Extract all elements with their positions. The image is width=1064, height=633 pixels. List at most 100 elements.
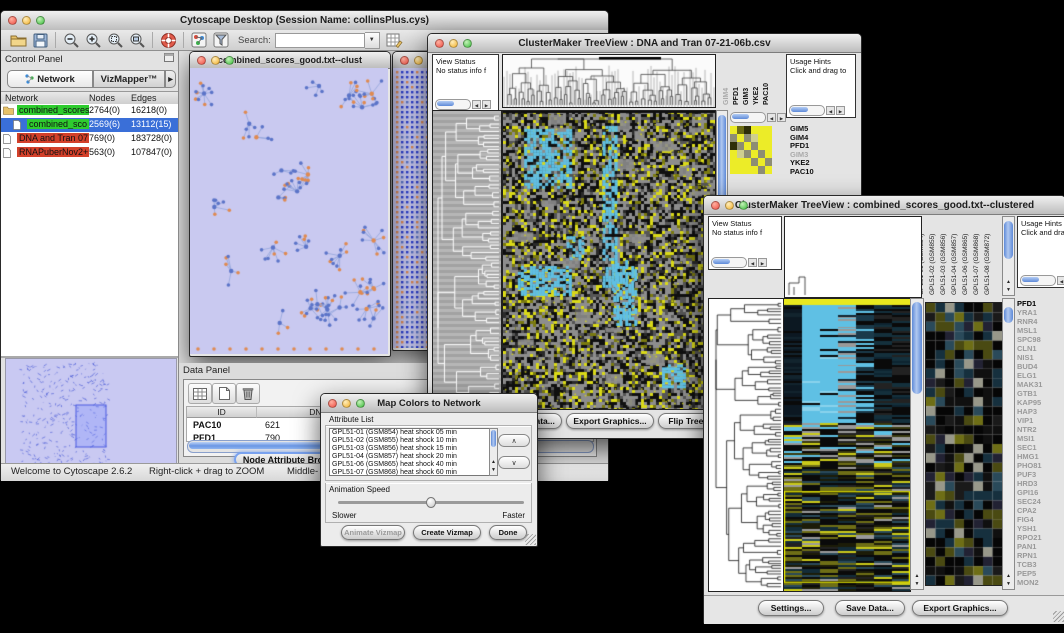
gene-label[interactable]: TCB3: [1017, 560, 1064, 569]
gene-label[interactable]: SEC24: [1017, 497, 1064, 506]
matrix-cell[interactable]: [730, 126, 737, 134]
matrix-cell[interactable]: [758, 126, 765, 134]
vscroll-thumb[interactable]: [912, 302, 922, 394]
minimize-icon[interactable]: [414, 56, 423, 65]
gene-label[interactable]: SPC98: [1017, 335, 1064, 344]
scroll-thumb[interactable]: [1022, 277, 1039, 282]
network1-canvas[interactable]: [190, 68, 388, 354]
tv2-status-scrollbar[interactable]: ◀▶: [711, 257, 767, 267]
matrix-cell[interactable]: [765, 158, 772, 166]
help-lifesaver-icon[interactable]: [157, 31, 179, 49]
matrix-cell[interactable]: [744, 134, 751, 142]
gene-label[interactable]: PHO81: [1017, 461, 1064, 470]
scroll-track[interactable]: [1020, 275, 1056, 286]
gene-label[interactable]: RPO21: [1017, 533, 1064, 542]
gene-label[interactable]: FIG4: [1017, 515, 1064, 524]
scroll-thumb[interactable]: [437, 101, 454, 106]
gene-label[interactable]: PAN1: [1017, 542, 1064, 551]
attribute-item[interactable]: GPL51-01 (GSM854) heat shock 05 min: [330, 429, 491, 437]
zoom-in-icon[interactable]: [82, 31, 104, 49]
column-label[interactable]: GPL51-02 (GSM855): [929, 234, 936, 295]
column-label[interactable]: GPL51-01 (GSM854): [922, 234, 925, 295]
gene-label[interactable]: PAC10: [790, 168, 814, 177]
gene-label[interactable]: PEP5: [1017, 569, 1064, 578]
vscroll-thumb[interactable]: [1004, 307, 1013, 323]
scroll-left-icon[interactable]: ◀: [748, 258, 757, 267]
gene-label[interactable]: HAP3: [1017, 407, 1064, 416]
matrix-cell[interactable]: [765, 150, 772, 158]
matrix-cell[interactable]: [744, 158, 751, 166]
gene-label[interactable]: MSL1: [1017, 326, 1064, 335]
minimize-icon[interactable]: [211, 56, 220, 65]
gene-label[interactable]: NIS1: [1017, 353, 1064, 362]
tv1-status-scrollbar[interactable]: ◀▶: [435, 99, 491, 109]
close-icon[interactable]: [197, 56, 206, 65]
gene-label[interactable]: YSH1: [1017, 524, 1064, 533]
close-icon[interactable]: [400, 56, 409, 65]
matrix-cell[interactable]: [730, 158, 737, 166]
tv1-hints-scrollbar[interactable]: ◀▶: [789, 105, 845, 115]
matrix-cell[interactable]: [758, 150, 765, 158]
gene-label[interactable]: PUF3: [1017, 470, 1064, 479]
zoom-out-icon[interactable]: [60, 31, 82, 49]
vscroll-thumb[interactable]: [1004, 221, 1013, 259]
scroll-thumb[interactable]: [713, 259, 730, 264]
column-label[interactable]: GIM3: [743, 88, 750, 105]
matrix-cell[interactable]: [737, 158, 744, 166]
tv1-summary-scrollbar[interactable]: ◀▶: [730, 112, 786, 122]
scroll-track[interactable]: [789, 105, 825, 116]
open-file-icon[interactable]: [7, 31, 29, 49]
network-overview-thumbnail[interactable]: [5, 358, 177, 472]
gene-label[interactable]: MON2: [1017, 578, 1064, 587]
scroll-right-icon[interactable]: ▶: [777, 113, 786, 122]
column-label[interactable]: YKE2: [753, 87, 760, 105]
move-up-button[interactable]: ∧: [498, 434, 530, 447]
attribute-list[interactable]: GPL51-01 (GSM854) heat shock 05 min GPL51…: [329, 428, 492, 476]
matrix-cell[interactable]: [751, 166, 758, 174]
minimize-icon[interactable]: [22, 16, 31, 25]
attribute-table-icon[interactable]: [384, 31, 406, 49]
matrix-cell[interactable]: [765, 166, 772, 174]
new-attribute-icon[interactable]: [212, 383, 236, 404]
scroll-track[interactable]: [730, 112, 766, 123]
column-label[interactable]: GPL51-07 (GSM868): [973, 234, 980, 295]
scroll-left-icon[interactable]: ◀: [472, 100, 481, 109]
tv2-genes-vscrollbar[interactable]: ▲▼: [1002, 298, 1015, 590]
gene-label[interactable]: PFD1: [1017, 299, 1064, 308]
gene-label[interactable]: MAK31: [1017, 380, 1064, 389]
scroll-right-icon[interactable]: ▶: [482, 100, 491, 109]
gene-label[interactable]: MSI1: [1017, 434, 1064, 443]
zoom-selected-icon[interactable]: [104, 31, 126, 49]
tv2-column-dendrogram[interactable]: [784, 216, 922, 298]
gene-label[interactable]: GTB1: [1017, 389, 1064, 398]
tv1-export-graphics-button[interactable]: Export Graphics...: [566, 413, 654, 429]
id-column-header[interactable]: ID: [187, 407, 257, 418]
column-label[interactable]: PAC10: [763, 83, 770, 105]
matrix-cell[interactable]: [751, 158, 758, 166]
matrix-cell[interactable]: [751, 150, 758, 158]
scroll-up-icon[interactable]: ▲: [1003, 572, 1014, 580]
attribute-table-select-icon[interactable]: [188, 383, 212, 404]
column-label[interactable]: GIM5: [718, 88, 720, 105]
network-row-0[interactable]: combined_scores2764(0)16218(0): [1, 104, 178, 118]
resize-grip-icon[interactable]: [525, 534, 536, 545]
gene-label[interactable]: GPI16: [1017, 488, 1064, 497]
matrix-cell[interactable]: [730, 150, 737, 158]
tv2-heatmap-vscrollbar[interactable]: ▲▼: [910, 298, 924, 590]
scroll-up-icon[interactable]: ▲: [490, 458, 497, 466]
tv2-export-graphics-button[interactable]: Export Graphics...: [912, 600, 1008, 616]
column-label[interactable]: GPL51-06 (GSM865): [962, 234, 969, 295]
gene-label[interactable]: CPA2: [1017, 506, 1064, 515]
close-icon[interactable]: [8, 16, 17, 25]
tv2-row-dendrogram[interactable]: [708, 298, 784, 592]
zoom-window-icon[interactable]: [225, 56, 234, 65]
dialog-titlebar[interactable]: Map Colors to Network: [321, 394, 537, 413]
scroll-up-icon[interactable]: ▲: [1003, 278, 1014, 286]
scroll-down-icon[interactable]: ▼: [1003, 580, 1014, 588]
attribute-item[interactable]: GPL51-07 (GSM868) heat shock 60 min: [330, 469, 491, 476]
scroll-down-icon[interactable]: ▼: [911, 580, 923, 588]
row-id[interactable]: PAC10: [193, 420, 221, 430]
matrix-cell[interactable]: [765, 134, 772, 142]
matrix-cell[interactable]: [737, 126, 744, 134]
zoom-window-icon[interactable]: [463, 39, 472, 48]
